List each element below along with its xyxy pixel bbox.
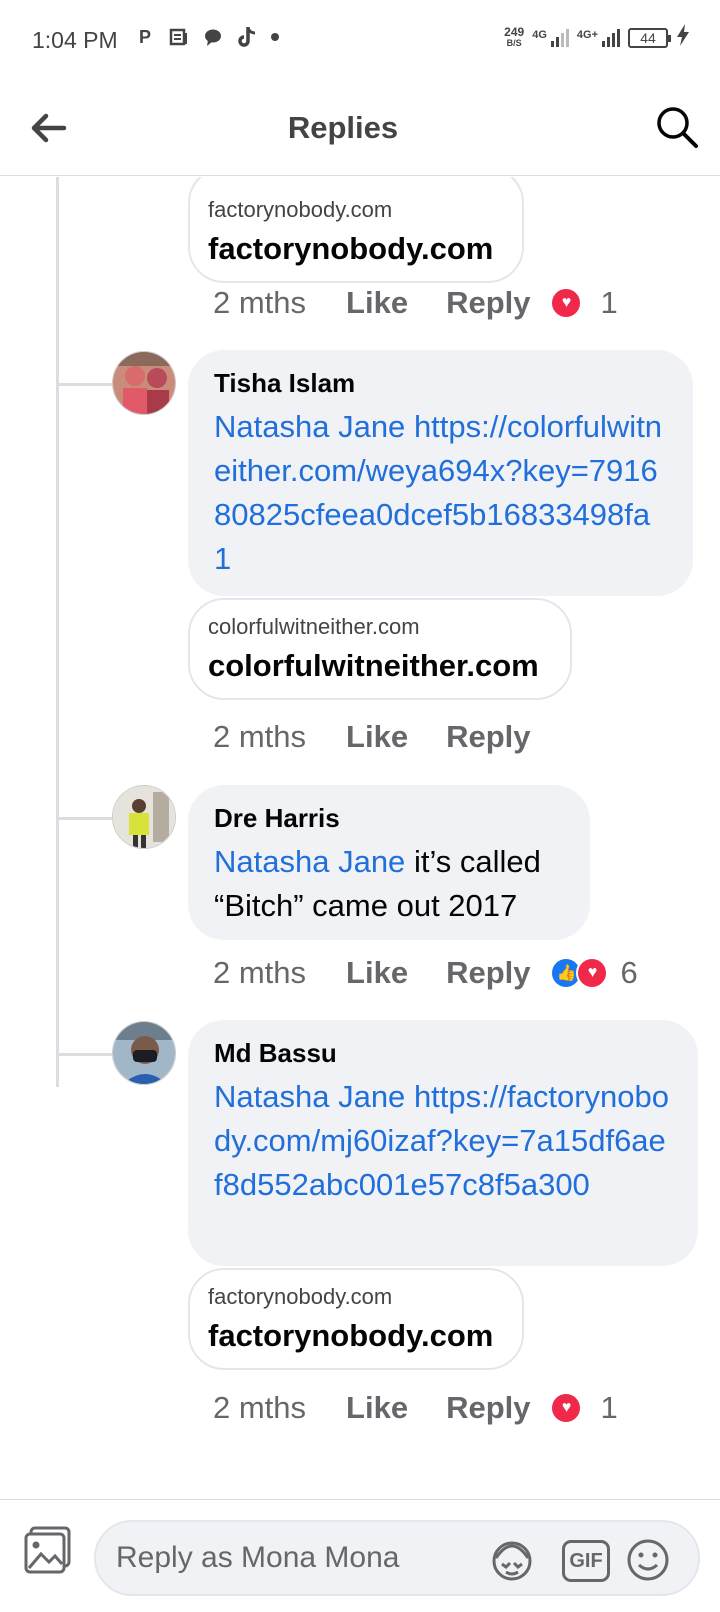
reactions[interactable]: 👍 ♥ 6 [550,955,638,991]
link-preview-card[interactable]: colorfulwitneither.com colorfulwitneithe… [188,598,572,700]
signal-icon-2: 4G+ [577,28,620,47]
reply-button[interactable]: Reply [446,285,530,321]
comment-author[interactable]: Tisha Islam [214,368,667,399]
reply-input-box[interactable]: GIF [94,1520,700,1596]
thread-line [56,177,59,1087]
avatar[interactable] [112,1021,176,1085]
avatar[interactable] [112,351,176,415]
mention-link[interactable]: Natasha Jane [214,1079,405,1114]
signal-icon: 4G [532,28,569,47]
comment-actions: 2 mths Like Reply 👍 ♥ 6 [213,955,638,991]
news-app-icon [169,26,189,48]
battery-icon: 44 [628,27,671,48]
comment-bubble[interactable]: Tisha Islam Natasha Jane https://colorfu… [188,350,693,596]
mention-link[interactable]: Natasha Jane [214,844,405,879]
search-icon[interactable] [654,104,700,150]
thread-connector [56,383,112,386]
avatar-sticker-icon[interactable] [488,1536,536,1584]
comment-text: Natasha Jane https://colorfulwitneither.… [214,405,667,581]
link-preview-card[interactable]: factorynobody.com factorynobody.com [188,177,524,283]
status-right: 249 B/S 4G 4G+ 44 [504,24,690,51]
emoji-icon[interactable] [624,1536,672,1584]
page-title: Replies [287,110,399,145]
thread-connector [56,1053,112,1056]
parking-app-icon: P [138,26,151,47]
like-button[interactable]: Like [346,955,408,991]
reactions[interactable]: ♥ 1 [550,1390,618,1426]
status-time: 1:04 PM [32,27,118,53]
replies-list[interactable]: factorynobody.com factorynobody.com 2 mt… [0,177,720,1497]
reply-button[interactable]: Reply [446,719,530,755]
comment-bubble[interactable]: Md Bassu Natasha Jane https://factorynob… [188,1020,698,1266]
reply-input[interactable] [116,1536,476,1580]
gif-button[interactable]: GIF [562,1540,610,1582]
comment-author[interactable]: Dre Harris [214,803,564,834]
comment-actions: 2 mths Like Reply ♥ 1 [213,285,618,321]
comment-author[interactable]: Md Bassu [214,1038,672,1069]
like-button[interactable]: Like [346,285,408,321]
status-bar: 1:04 PM P 249 B/S 4G 4G+ 44 [0,0,720,80]
app-header: Replies [0,80,720,176]
comment-actions: 2 mths Like Reply [213,719,531,755]
mention-link[interactable]: Natasha Jane [214,409,405,444]
love-reaction-icon: ♥ [550,1392,583,1424]
reply-composer: GIF [0,1499,720,1612]
comment-actions: 2 mths Like Reply ♥ 1 [213,1390,618,1426]
comment-bubble[interactable]: Dre Harris Natasha Jane it’s called “Bit… [188,785,590,940]
comment-text: Natasha Jane it’s called “Bitch” came ou… [214,844,541,923]
link-preview-card[interactable]: factorynobody.com factorynobody.com [188,1268,524,1370]
net-speed: 249 B/S [504,24,525,48]
thread-connector [56,817,112,820]
reply-button[interactable]: Reply [446,955,530,991]
reactions[interactable]: ♥ 1 [550,285,618,321]
like-button[interactable]: Like [346,719,408,755]
charging-icon [676,24,690,51]
more-notifications-dot [271,33,279,41]
tiktok-icon [237,26,257,48]
reply-button[interactable]: Reply [446,1390,530,1426]
comment-text: Natasha Jane https://factorynobody.com/m… [214,1075,672,1207]
love-reaction-icon: ♥ [576,957,609,989]
notification-icons: P [135,26,279,48]
chat-app-icon [203,26,223,48]
love-reaction-icon: ♥ [550,287,583,319]
avatar[interactable] [112,785,176,849]
photo-icon[interactable] [22,1524,74,1576]
like-button[interactable]: Like [346,1390,408,1426]
